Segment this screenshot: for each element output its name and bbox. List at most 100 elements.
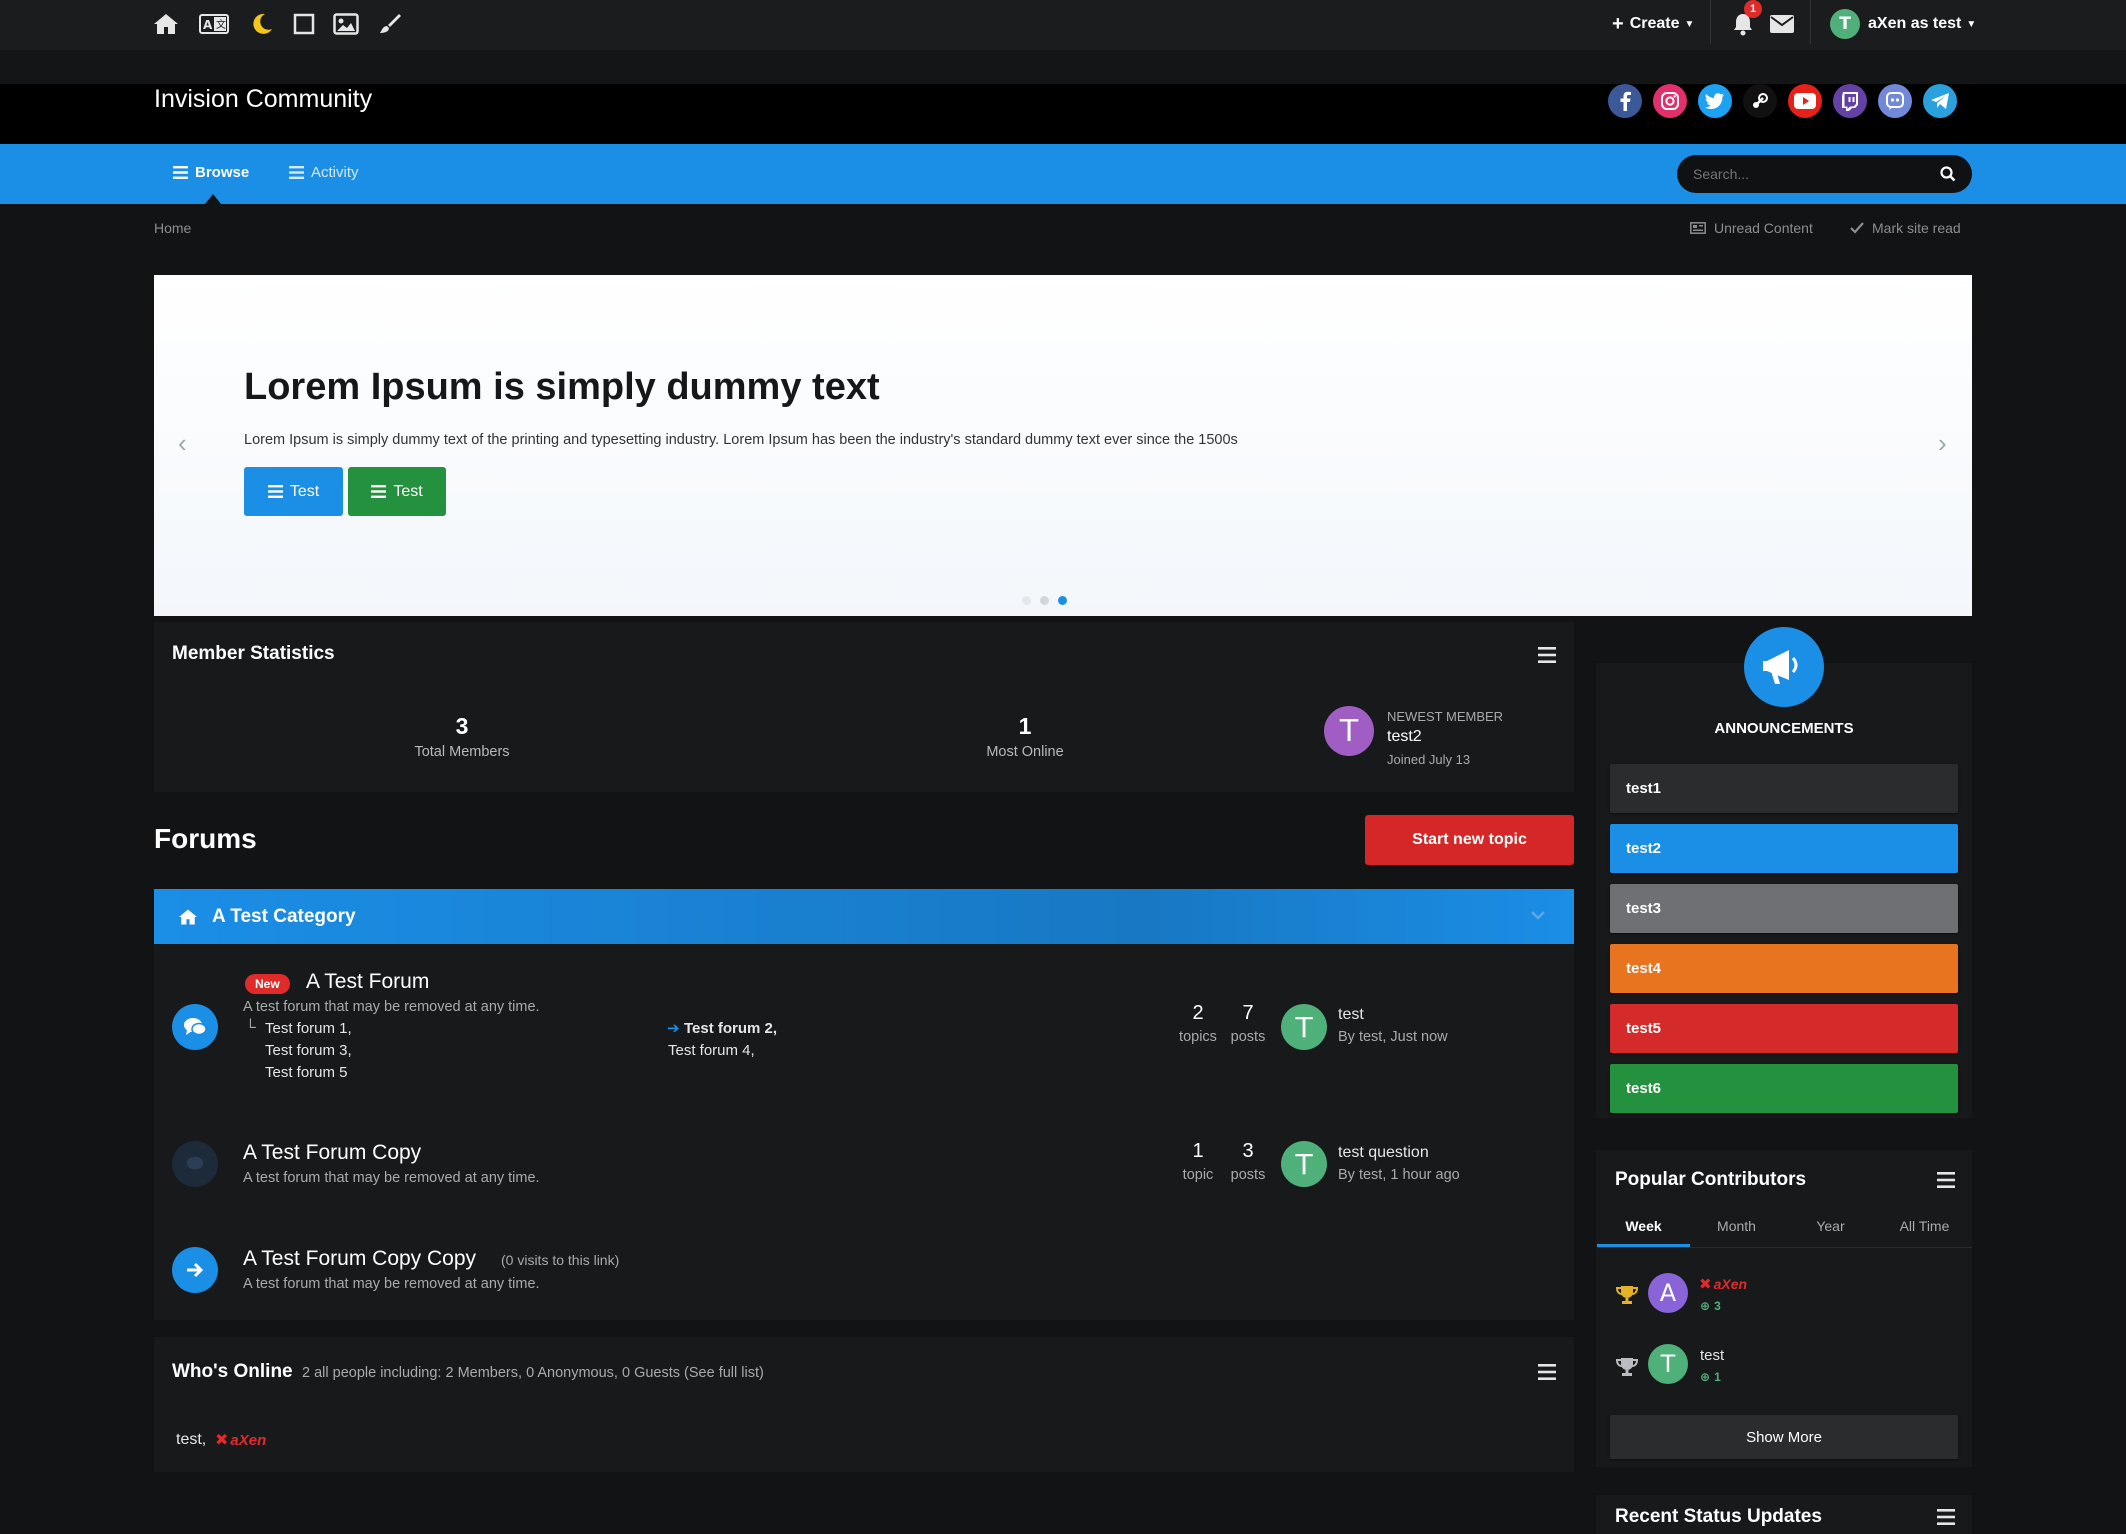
- slider-dot[interactable]: [1022, 596, 1031, 605]
- newest-member-avatar[interactable]: T: [1324, 706, 1374, 756]
- posts-label: posts: [1230, 1167, 1266, 1183]
- subforum-link[interactable]: Test forum 5: [265, 1064, 348, 1081]
- subforum-link[interactable]: Test forum 3,: [265, 1042, 352, 1059]
- total-members-count: 3: [455, 713, 469, 739]
- menu-icon[interactable]: [1538, 1364, 1556, 1380]
- announcement-item[interactable]: test5: [1610, 1004, 1958, 1053]
- newest-member-name[interactable]: test2: [1387, 728, 1422, 746]
- category-header[interactable]: A Test Category: [154, 889, 1574, 944]
- nav-activity[interactable]: Activity: [289, 164, 359, 181]
- create-menu[interactable]: + Create ▼: [1612, 8, 1694, 40]
- moon-icon[interactable]: [246, 8, 278, 40]
- image-icon[interactable]: [330, 8, 362, 40]
- star-icon: ✖: [215, 1432, 229, 1449]
- forum-title[interactable]: A Test Forum: [306, 970, 429, 994]
- reputation: ⊕ 1: [1700, 1370, 1721, 1384]
- contributor-avatar[interactable]: T: [1648, 1344, 1688, 1384]
- user-menu[interactable]: T aXen as test ▼: [1830, 8, 1976, 40]
- newest-member-joined: Joined July 13: [1387, 752, 1471, 767]
- contributor-name[interactable]: ✖ aXen: [1699, 1275, 1747, 1293]
- user-avatar: T: [1830, 9, 1860, 39]
- slider-dot-active[interactable]: [1058, 596, 1067, 605]
- square-icon[interactable]: [288, 8, 320, 40]
- whos-online-title: Who's Online: [172, 1361, 293, 1382]
- slide-title: Lorem Ipsum is simply dummy text: [244, 366, 880, 408]
- online-user-aXen[interactable]: ✖ aXen: [215, 1430, 266, 1450]
- forum-title[interactable]: A Test Forum Copy: [243, 1141, 421, 1165]
- site-title[interactable]: Invision Community: [154, 85, 372, 114]
- slider-dot[interactable]: [1040, 596, 1049, 605]
- notification-badge: 1: [1744, 0, 1762, 18]
- chevron-down-icon[interactable]: [1530, 909, 1546, 921]
- steam-icon[interactable]: [1743, 84, 1777, 118]
- menu-icon[interactable]: [1538, 647, 1556, 663]
- list-icon: [371, 485, 387, 498]
- unread-content-link[interactable]: Unread Content: [1690, 220, 1813, 236]
- show-more-button[interactable]: Show More: [1610, 1415, 1958, 1459]
- last-post-title[interactable]: test question: [1338, 1144, 1429, 1162]
- telegram-icon[interactable]: [1923, 84, 1957, 118]
- slider-next-arrow[interactable]: ›: [1938, 428, 1947, 459]
- forum-chat-icon[interactable]: [172, 1004, 218, 1050]
- search-box: [1677, 155, 1972, 193]
- last-post-title[interactable]: test: [1338, 1006, 1364, 1024]
- forum-title[interactable]: A Test Forum Copy Copy: [243, 1247, 476, 1271]
- whos-online-summary[interactable]: 2 all people including: 2 Members, 0 Ano…: [302, 1365, 764, 1381]
- youtube-icon[interactable]: [1788, 84, 1822, 118]
- online-user[interactable]: test,: [176, 1431, 206, 1449]
- start-new-topic-button[interactable]: Start new topic: [1365, 815, 1574, 865]
- tab-year[interactable]: Year: [1784, 1218, 1877, 1234]
- announcement-item[interactable]: test4: [1610, 944, 1958, 993]
- slider-prev-arrow[interactable]: ‹: [178, 428, 187, 459]
- last-poster-avatar[interactable]: T: [1281, 1141, 1327, 1187]
- brush-icon[interactable]: [374, 8, 406, 40]
- slide-button-2[interactable]: Test: [348, 467, 446, 516]
- announcement-item[interactable]: test2: [1610, 824, 1958, 873]
- mark-site-read-link[interactable]: Mark site read: [1850, 220, 1961, 236]
- menu-icon[interactable]: [1937, 1509, 1955, 1525]
- nav-browse[interactable]: Browse: [173, 164, 249, 181]
- translate-icon[interactable]: A文: [198, 8, 230, 40]
- check-icon: [1850, 222, 1864, 234]
- breadcrumb-home[interactable]: Home: [154, 220, 191, 236]
- forum-description: A test forum that may be removed at any …: [243, 1276, 540, 1292]
- forum-visits: (0 visits to this link): [501, 1252, 620, 1268]
- user-label: aXen as test: [1868, 15, 1962, 32]
- slide-button-1[interactable]: Test: [244, 467, 343, 516]
- contributor-name[interactable]: test: [1700, 1347, 1724, 1364]
- announcement-item[interactable]: test1: [1610, 764, 1958, 813]
- last-post-meta: By test, 1 hour ago: [1338, 1167, 1460, 1183]
- newest-member-label: NEWEST MEMBER: [1387, 709, 1504, 724]
- forum-redirect-icon[interactable]: [172, 1247, 218, 1293]
- menu-icon[interactable]: [1937, 1172, 1955, 1188]
- tab-month[interactable]: Month: [1690, 1218, 1783, 1234]
- twitter-icon[interactable]: [1698, 84, 1732, 118]
- tab-all-time[interactable]: All Time: [1878, 1218, 1971, 1234]
- subforum-link[interactable]: Test forum 4,: [668, 1042, 755, 1059]
- announcement-item[interactable]: test3: [1610, 884, 1958, 933]
- online-user-label: aXen: [230, 1431, 267, 1449]
- contributor-avatar[interactable]: A: [1648, 1273, 1688, 1313]
- forum-read-icon[interactable]: [172, 1141, 218, 1187]
- total-members-label: Total Members: [414, 744, 510, 760]
- facebook-icon[interactable]: [1608, 84, 1642, 118]
- tab-week[interactable]: Week: [1597, 1218, 1690, 1234]
- discord-icon[interactable]: [1878, 84, 1912, 118]
- member-statistics-title: Member Statistics: [172, 643, 335, 664]
- announcement-item[interactable]: test6: [1610, 1064, 1958, 1113]
- last-poster-avatar[interactable]: T: [1281, 1004, 1327, 1050]
- subforum-link[interactable]: Test forum 1,: [265, 1020, 352, 1037]
- list-icon: [289, 166, 304, 179]
- envelope-icon[interactable]: [1766, 8, 1798, 40]
- subforum-link[interactable]: Test forum 2,: [684, 1020, 777, 1037]
- svg-text:A: A: [203, 18, 213, 32]
- forum-description: A test forum that may be removed at any …: [243, 1170, 540, 1186]
- search-icon[interactable]: [1940, 166, 1956, 182]
- instagram-icon[interactable]: [1653, 84, 1687, 118]
- list-icon: [173, 166, 188, 179]
- category-title: A Test Category: [212, 905, 356, 927]
- home-icon[interactable]: [150, 8, 182, 40]
- search-input[interactable]: [1693, 166, 1940, 182]
- twitch-icon[interactable]: [1833, 84, 1867, 118]
- plus-circle-icon: ⊕: [1700, 1299, 1711, 1313]
